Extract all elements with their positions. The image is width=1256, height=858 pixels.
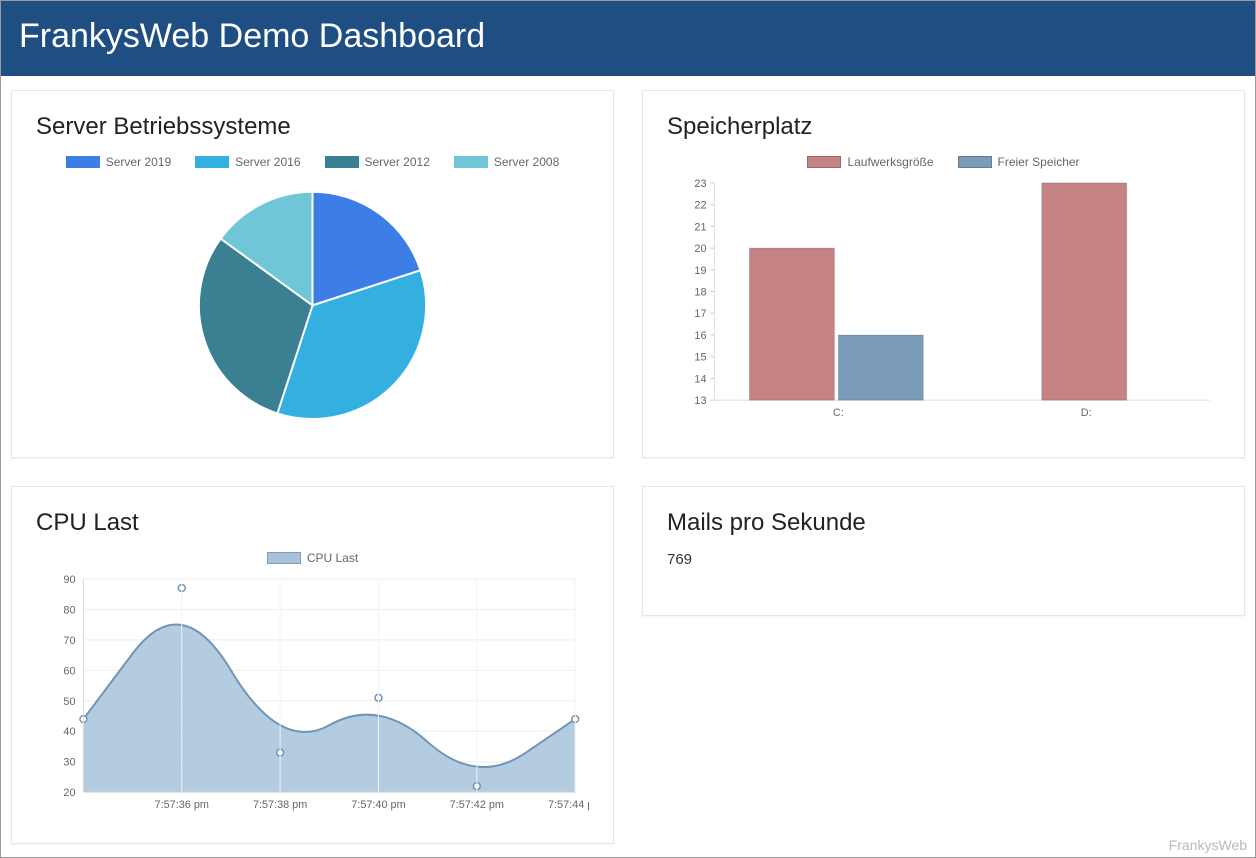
y-tick-label: 50 xyxy=(63,696,75,708)
y-tick-label: 13 xyxy=(694,395,706,407)
legend-swatch-icon xyxy=(807,156,841,168)
legend-swatch-icon xyxy=(66,156,100,168)
legend-swatch-icon xyxy=(958,156,992,168)
bar-chart: 13 14 15 16 17 18 19 20 21 22 23 C: D: xyxy=(667,177,1220,424)
legend-label: Laufwerksgröße xyxy=(847,155,933,169)
legend-label: Freier Speicher xyxy=(998,155,1080,169)
pie-chart xyxy=(36,177,589,434)
y-tick-label: 18 xyxy=(694,287,706,299)
panel-disk: Speicherplatz Laufwerksgröße Freier Speic… xyxy=(642,90,1245,458)
pie-legend-item[interactable]: Server 2016 xyxy=(195,155,300,169)
legend-label: Server 2019 xyxy=(106,155,171,169)
y-tick-label: 80 xyxy=(63,604,75,616)
legend-swatch-icon xyxy=(325,156,359,168)
y-tick-label: 19 xyxy=(694,265,706,277)
x-tick-label: 7:57:40 pm xyxy=(351,799,405,811)
y-tick-label: 16 xyxy=(694,330,706,342)
y-tick-label: 70 xyxy=(63,635,75,647)
pie-legend-item[interactable]: Server 2008 xyxy=(454,155,559,169)
legend-label: Server 2008 xyxy=(494,155,559,169)
legend-swatch-icon xyxy=(195,156,229,168)
panel-mail: Mails pro Sekunde 769 xyxy=(642,486,1245,616)
dashboard-page: FrankysWeb Demo Dashboard Server Betrieb… xyxy=(0,0,1256,858)
y-tick-label: 20 xyxy=(694,243,706,255)
x-tick-label: 7:57:42 pm xyxy=(450,799,504,811)
legend-label: Server 2016 xyxy=(235,155,300,169)
legend-label: Server 2012 xyxy=(365,155,430,169)
y-tick-label: 15 xyxy=(694,352,706,364)
pie-legend: Server 2019 Server 2016 Server 2012 Server … xyxy=(36,155,589,169)
legend-swatch-icon xyxy=(267,552,301,564)
bar-legend: Laufwerksgröße Freier Speicher xyxy=(667,155,1220,169)
y-tick-label: 60 xyxy=(63,665,75,677)
area-legend: CPU Last xyxy=(36,551,589,565)
panel-cpu-title: CPU Last xyxy=(36,509,589,537)
x-tick-label: 7:57:36 pm xyxy=(155,799,209,811)
bar[interactable] xyxy=(838,335,923,400)
y-tick-label: 22 xyxy=(694,200,706,212)
footer-brand: FrankysWeb xyxy=(1169,837,1247,853)
x-tick-label: C: xyxy=(833,407,844,419)
page-header: FrankysWeb Demo Dashboard xyxy=(1,1,1255,76)
page-title: FrankysWeb Demo Dashboard xyxy=(19,17,1237,56)
panel-os-title: Server Betriebssysteme xyxy=(36,113,589,141)
mail-value: 769 xyxy=(667,551,1220,568)
panel-mail-title: Mails pro Sekunde xyxy=(667,509,1220,537)
pie-legend-item[interactable]: Server 2019 xyxy=(66,155,171,169)
x-tick-label: 7:57:38 pm xyxy=(253,799,307,811)
y-tick-label: 30 xyxy=(63,756,75,768)
x-tick-label: D: xyxy=(1081,407,1092,419)
y-tick-label: 90 xyxy=(63,574,75,586)
x-tick-label: 7:57:44 pm xyxy=(548,799,589,811)
legend-label: CPU Last xyxy=(307,551,358,565)
pie-legend-item[interactable]: Server 2012 xyxy=(325,155,430,169)
panel-grid: Server Betriebssysteme Server 2019Server… xyxy=(1,76,1255,844)
y-tick-label: 14 xyxy=(694,373,706,385)
area-legend-item[interactable]: CPU Last xyxy=(267,551,358,565)
area-fill xyxy=(83,624,575,792)
bar[interactable] xyxy=(749,248,834,400)
panel-disk-title: Speicherplatz xyxy=(667,113,1220,141)
bar-legend-item[interactable]: Freier Speicher xyxy=(958,155,1080,169)
legend-swatch-icon xyxy=(454,156,488,168)
area-chart: 20 30 40 50 60 70 80 90 7:57:36 pm 7:57:38 pm 7:57… xyxy=(36,573,589,820)
bar-legend-item[interactable]: Laufwerksgröße xyxy=(807,155,933,169)
y-tick-label: 21 xyxy=(694,221,706,233)
panel-cpu: CPU Last CPU Last 20 30 40 50 60 70 80 90 7:57:3… xyxy=(11,486,614,844)
y-tick-label: 17 xyxy=(694,308,706,320)
panel-os: Server Betriebssysteme Server 2019Server… xyxy=(11,90,614,458)
y-tick-label: 40 xyxy=(63,726,75,738)
y-tick-label: 23 xyxy=(694,178,706,190)
y-tick-label: 20 xyxy=(63,787,75,799)
bar[interactable] xyxy=(1042,183,1127,400)
